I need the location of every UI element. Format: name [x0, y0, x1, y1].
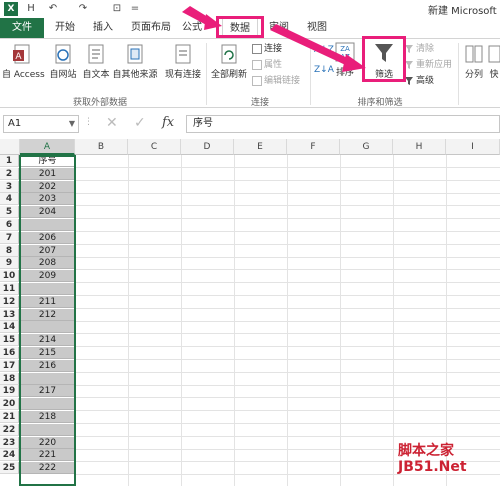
arrow-head-data-tab: [204, 14, 222, 30]
annotation-arrows: [182, 6, 366, 72]
watermark-line1: 脚本之家: [398, 443, 454, 459]
arrow-to-filter: [270, 24, 356, 68]
watermark-line2: JB51.Net: [398, 459, 467, 475]
arrow-head-filter: [342, 54, 366, 72]
